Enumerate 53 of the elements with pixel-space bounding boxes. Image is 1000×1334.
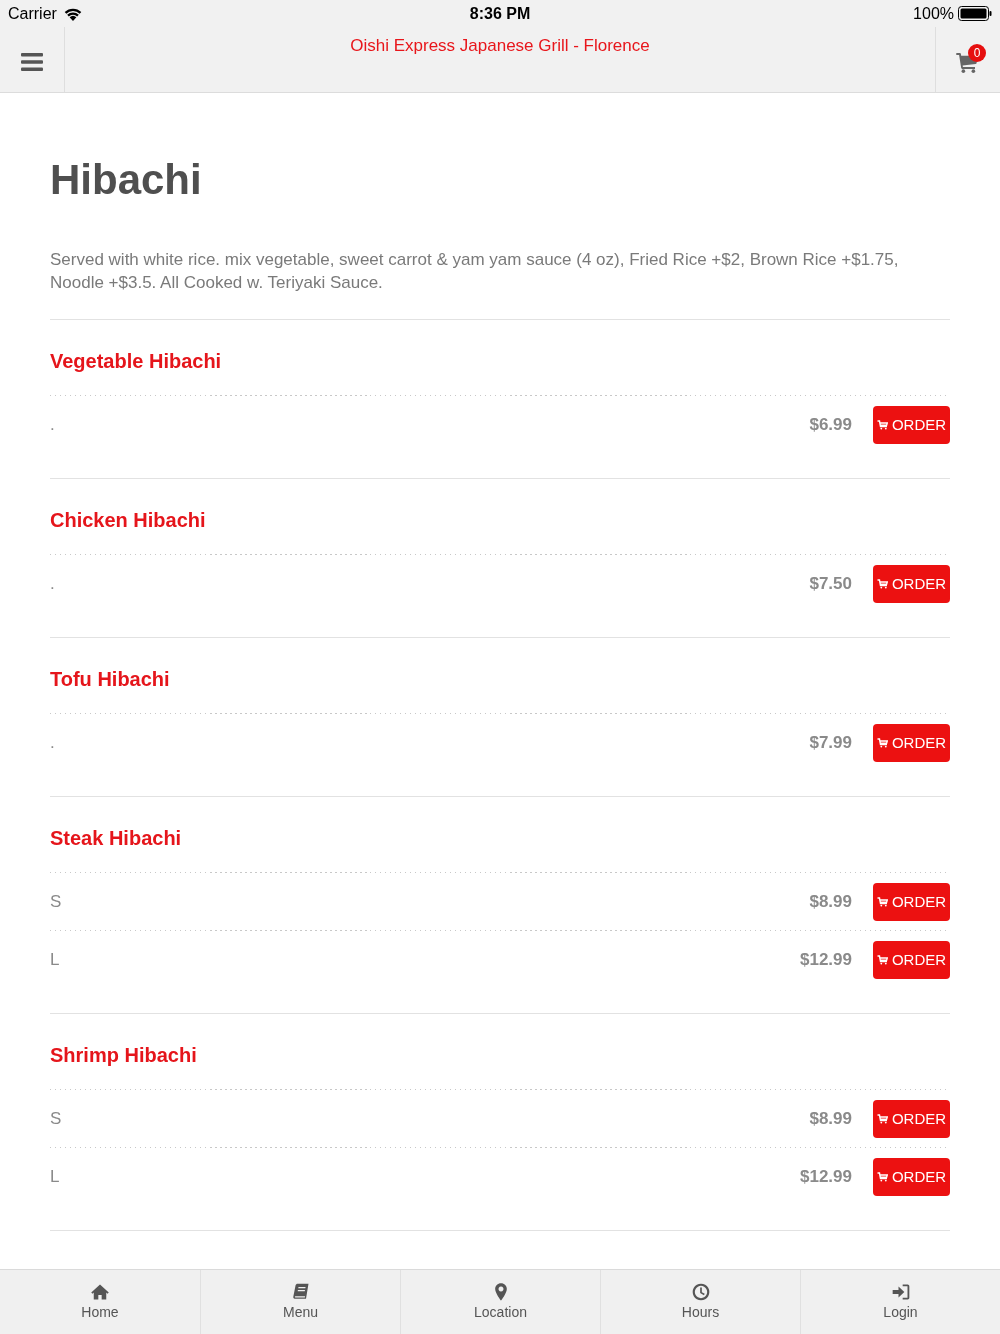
restaurant-title: Oishi Express Japanese Grill - Florence	[350, 36, 650, 55]
carrier-name: Carrier	[8, 4, 57, 23]
cart-button[interactable]: 0	[935, 27, 1000, 92]
order-button[interactable]: ORDER	[873, 1157, 950, 1196]
order-button[interactable]: ORDER	[873, 405, 950, 444]
item-price: $7.50	[809, 573, 852, 594]
cart-icon	[876, 737, 888, 748]
cart-icon	[876, 896, 888, 907]
option-label: L	[50, 1166, 61, 1187]
item-name: Chicken Hibachi	[50, 509, 206, 531]
option-label: .	[50, 732, 56, 753]
option-label: S	[50, 1108, 63, 1129]
tab-bar-item[interactable]: Location	[400, 1270, 600, 1334]
option-label: .	[50, 414, 56, 435]
item-name: Shrimp Hibachi	[50, 1044, 197, 1066]
cart-count: 0	[968, 44, 986, 62]
cart-icon	[876, 1113, 888, 1124]
sign-in-icon	[890, 1282, 911, 1302]
order-button[interactable]: ORDER	[873, 564, 950, 603]
category-description: Served with white rice. mix vegetable, sweet carrot & yam yam sauce (4 oz), Fried Rice +$2, Brown Rice +$1.75, Noodle +$3.5. All Cooked w. Teriyaki Sauce.	[50, 249, 900, 294]
item-name: Vegetable Hibachi	[50, 350, 222, 372]
item-price: $6.99	[809, 414, 852, 435]
order-button[interactable]: ORDER	[873, 1099, 950, 1138]
option-label: L	[50, 949, 61, 970]
item-price: $12.99	[800, 949, 852, 970]
cart-icon	[876, 578, 888, 589]
option-label: S	[50, 891, 63, 912]
option-label: .	[50, 573, 56, 594]
menu-icon	[21, 53, 43, 71]
tab-bar-item[interactable]: Hours	[600, 1270, 800, 1334]
cart-icon	[876, 1171, 888, 1182]
clock-icon	[690, 1282, 711, 1302]
category-title: Hibachi	[50, 155, 203, 205]
order-button[interactable]: ORDER	[873, 882, 950, 921]
book-icon	[290, 1282, 311, 1302]
tab-bar-item[interactable]: Login	[800, 1270, 1000, 1334]
cart-icon	[876, 954, 888, 965]
item-price: $8.99	[809, 1108, 852, 1129]
item-name: Steak Hibachi	[50, 827, 182, 849]
battery-percent: 100%	[913, 4, 954, 23]
tab-bar-item[interactable]: Menu	[200, 1270, 400, 1334]
cart-icon	[876, 419, 888, 430]
item-price: $7.99	[809, 732, 852, 753]
item-price: $8.99	[809, 891, 852, 912]
tab-bar-item[interactable]: Home	[0, 1270, 200, 1334]
item-price: $12.99	[800, 1166, 852, 1187]
battery-icon	[958, 6, 992, 21]
wifi-icon	[62, 6, 83, 21]
order-button[interactable]: ORDER	[873, 940, 950, 979]
home-icon	[90, 1282, 110, 1302]
item-name: Tofu Hibachi	[50, 668, 170, 690]
order-button[interactable]: ORDER	[873, 723, 950, 762]
status-time: 8:36 PM	[469, 4, 531, 23]
